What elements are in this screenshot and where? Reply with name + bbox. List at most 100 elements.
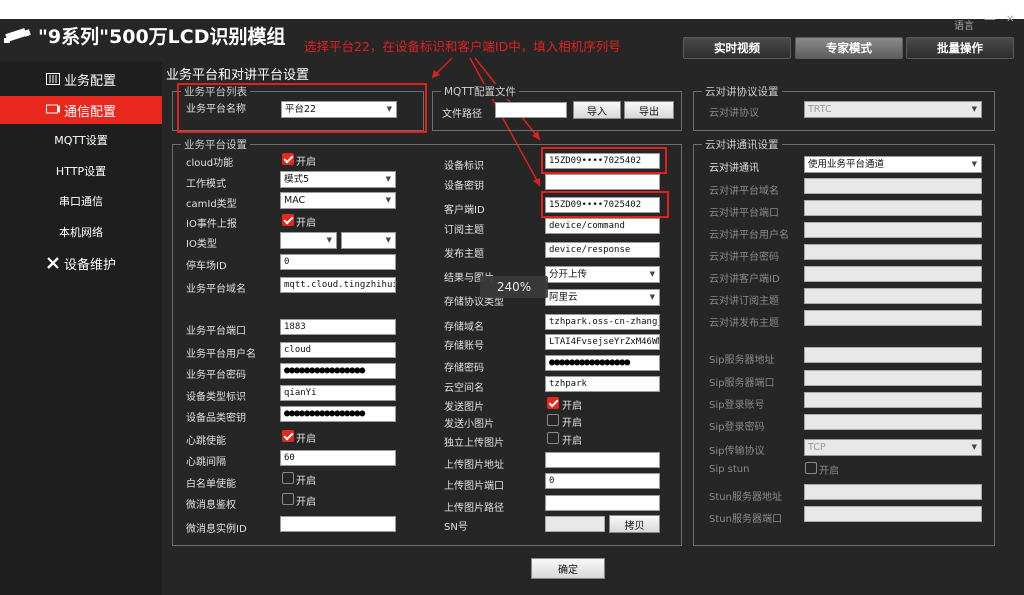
upload-port-input[interactable]: 0 xyxy=(545,473,660,489)
intercom-pub-topic-input[interactable] xyxy=(804,310,982,326)
sidebar-item-business-config[interactable]: 业务配置 xyxy=(0,65,162,93)
tab-expert-mode[interactable]: 专家模式 xyxy=(795,37,903,59)
chevron-down-icon: ▼ xyxy=(971,105,977,113)
chevron-down-icon: ▼ xyxy=(385,236,391,244)
send-image-checkbox[interactable] xyxy=(547,397,559,409)
sidebar-item-http[interactable]: HTTP设置 xyxy=(0,157,162,185)
upload-path-label: 上传图片路径 xyxy=(444,503,504,514)
storage-account-input[interactable]: LTAI4FvsejseYrZxM46WM3s xyxy=(545,334,660,350)
port-label: 业务平台端口 xyxy=(186,326,246,337)
intercom-password-label: 云对讲平台密码 xyxy=(709,252,779,263)
select-value: 模式5 xyxy=(284,174,310,185)
pub-topic-input[interactable]: device/response xyxy=(545,242,660,258)
tab-live-video[interactable]: 实时视频 xyxy=(683,37,791,59)
export-button[interactable]: 导出 xyxy=(624,101,674,119)
sip-stun-checkbox[interactable] xyxy=(805,462,817,474)
storage-domain-label: 存储域名 xyxy=(444,322,484,333)
sip-server-port-input[interactable] xyxy=(804,370,982,386)
camera-logo-icon xyxy=(4,28,31,43)
sidebar-item-maintenance[interactable]: 设备维护 xyxy=(0,249,162,277)
tab-batch-operation[interactable]: 批量操作 xyxy=(906,37,1014,59)
whitelist-checkbox[interactable] xyxy=(282,472,294,484)
port-input[interactable]: 1883 xyxy=(280,319,396,335)
sip-protocol-select[interactable]: TCP ▼ xyxy=(804,439,982,456)
intercom-user-input[interactable] xyxy=(804,222,982,238)
bucket-input[interactable]: tzhpark xyxy=(545,376,660,392)
io-report-checkbox[interactable] xyxy=(282,214,294,226)
upload-path-input[interactable] xyxy=(545,495,660,511)
intercom-port-label: 云对讲平台端口 xyxy=(709,208,779,219)
sip-account-input[interactable] xyxy=(804,392,982,408)
domain-input[interactable]: mqtt.cloud.tingzhihui.c xyxy=(280,277,396,293)
independent-upload-checkbox[interactable] xyxy=(547,432,559,444)
stun-server-port-input[interactable] xyxy=(804,506,982,522)
intercom-client-id-input[interactable] xyxy=(804,266,982,282)
app-title: "9系列"500万LCD识别模组 xyxy=(38,26,286,48)
sub-topic-input[interactable]: device/command xyxy=(545,218,660,234)
language-label[interactable]: 语言 xyxy=(954,17,974,32)
send-image-label: 发送图片 xyxy=(444,402,484,413)
copy-button[interactable]: 拷贝 xyxy=(609,515,660,533)
heartbeat-checkbox-label: 开启 xyxy=(296,434,316,445)
password-label: 业务平台密码 xyxy=(186,370,246,381)
independent-upload-label: 独立上传图片 xyxy=(444,438,504,449)
user-input[interactable]: cloud xyxy=(280,342,396,358)
wechat-instance-input[interactable] xyxy=(280,516,396,532)
intercom-protocol-select[interactable]: TRTC ▼ xyxy=(804,101,982,118)
upload-port-label: 上传图片端口 xyxy=(444,481,504,492)
result-image-select[interactable]: 分开上传 ▼ xyxy=(545,266,660,283)
intercom-sub-topic-input[interactable] xyxy=(804,288,982,304)
heartbeat-interval-input[interactable]: 60 xyxy=(280,450,396,466)
io-type-label: IO类型 xyxy=(186,239,217,250)
storage-protocol-select[interactable]: 阿里云 ▼ xyxy=(545,289,660,306)
file-path-input[interactable] xyxy=(495,102,567,118)
intercom-comm-select[interactable]: 使用业务平台通道 ▼ xyxy=(804,156,982,173)
sidebar-item-serial[interactable]: 串口通信 xyxy=(0,187,162,215)
sidebar-item-comm-config[interactable]: 通信配置 xyxy=(0,96,162,124)
sn-input[interactable] xyxy=(545,516,605,532)
heartbeat-interval-label: 心跳间隔 xyxy=(186,457,226,468)
password-input[interactable]: ●●●●●●●●●●●●●●●● xyxy=(280,363,396,379)
storage-password-input[interactable]: ●●●●●●●●●●●●●●●● xyxy=(545,355,660,371)
work-mode-select[interactable]: 模式5 ▼ xyxy=(280,171,396,188)
cloud-checkbox[interactable] xyxy=(282,153,294,165)
upload-addr-input[interactable] xyxy=(545,452,660,468)
client-id-label: 客户端ID xyxy=(444,205,485,216)
sip-password-input[interactable] xyxy=(804,414,982,430)
sidebar-item-network[interactable]: 本机网络 xyxy=(0,218,162,246)
close-button[interactable]: ✕ xyxy=(1006,14,1014,25)
file-path-label: 文件路径 xyxy=(442,109,482,120)
instruction-annotation: 选择平台22，在设备标识和客户端ID中，填入相机序列号 xyxy=(304,39,621,54)
io-type-select-1[interactable]: ▼ xyxy=(280,232,337,249)
wechat-auth-checkbox[interactable] xyxy=(282,493,294,505)
send-small-checkbox[interactable] xyxy=(547,414,559,426)
confirm-button[interactable]: 确定 xyxy=(531,558,605,579)
sidebar-item-label: 业务配置 xyxy=(63,73,116,89)
parking-id-label: 停车场ID xyxy=(186,261,227,272)
stun-server-addr-input[interactable] xyxy=(804,484,982,500)
send-small-label: 发送小图片 xyxy=(444,419,494,430)
sidebar-item-label: 设备维护 xyxy=(63,257,116,273)
io-type-select-2[interactable]: ▼ xyxy=(341,232,396,249)
device-type-input[interactable]: qianYi xyxy=(280,385,396,401)
minimize-button[interactable]: — xyxy=(984,12,996,26)
heartbeat-label: 心跳使能 xyxy=(186,436,226,447)
heartbeat-checkbox[interactable] xyxy=(282,430,294,442)
device-secret-input[interactable] xyxy=(545,174,660,190)
device-secret-label: 设备密钥 xyxy=(444,181,484,192)
intercom-domain-input[interactable] xyxy=(804,178,982,194)
sip-server-addr-input[interactable] xyxy=(804,347,982,363)
zoom-indicator: 240% xyxy=(480,276,548,298)
whitelist-checkbox-label: 开启 xyxy=(296,476,316,487)
parking-id-input[interactable]: 0 xyxy=(280,254,396,270)
sidebar-item-mqtt[interactable]: MQTT设置 xyxy=(0,126,162,154)
product-key-input[interactable]: ●●●●●●●●●●●●●●●● xyxy=(280,406,396,422)
storage-domain-input[interactable]: tzhpark.oss-cn-zhangjia xyxy=(545,314,660,330)
chevron-down-icon: ▼ xyxy=(326,236,332,244)
intercom-password-input[interactable] xyxy=(804,244,982,260)
chevron-down-icon: ▼ xyxy=(649,293,655,301)
camid-select[interactable]: MAC ▼ xyxy=(280,192,396,209)
chevron-down-icon: ▼ xyxy=(971,160,977,168)
intercom-port-input[interactable] xyxy=(804,200,982,216)
import-button[interactable]: 导入 xyxy=(573,101,621,119)
